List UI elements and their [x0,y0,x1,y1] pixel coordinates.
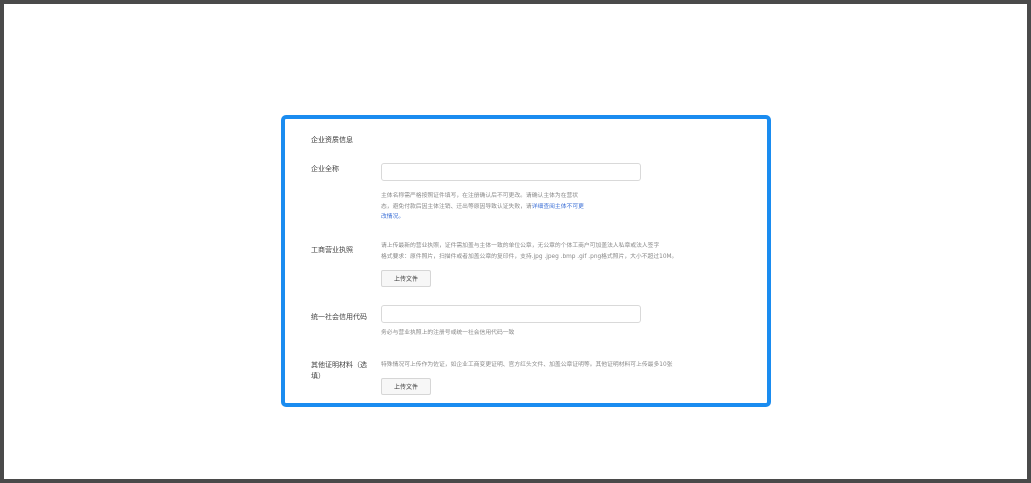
business-license-label: 工商营业执照 [311,246,353,254]
company-name-policy-link-end[interactable]: 改情况。 [381,212,584,223]
company-name-hint-line2: 态，避免付款后因主体注销、迁出等原因导致认证失败，请 [381,203,532,210]
company-name-hint: 主体名称需严格按照证件填写，在注册确认后不可更改。请确认主体为在营状 态，避免付… [381,191,584,223]
section-title: 企业资质信息 [311,136,353,144]
credit-code-label: 统一社会信用代码 [311,313,367,321]
company-name-policy-link[interactable]: 详细查阅主体不可更 [532,204,584,210]
window-frame: 企业资质信息 企业全称 主体名称需严格按照证件填写，在注册确认后不可更改。请确认… [0,0,1031,483]
company-name-hint-line1: 主体名称需严格按照证件填写，在注册确认后不可更改。请确认主体为在营状 [381,193,579,199]
business-license-hint-line2: 格式要求：原件照片，扫描件或者加盖公章的复印件，支持.jpg .jpeg .bm… [381,253,678,260]
other-materials-upload-button[interactable]: 上传文件 [381,378,431,395]
company-name-label: 企业全称 [311,165,339,173]
credit-code-hint: 务必与营业执照上的注册号或统一社会信用代码一致 [381,330,515,336]
other-materials-label-line1: 其他证明材料（选 [311,361,367,369]
business-license-hint: 请上传最新的营业执照，证件需加盖与主体一致的单位公章，无公章的个体工商户可加盖法… [381,241,677,262]
other-materials-hint: 特殊情况可上传作为佐证，如企业工商变更证明、官方红头文件、加盖公章证明等。其他证… [381,362,673,368]
other-materials-label: 其他证明材料（选 填） [311,360,367,382]
company-qualification-form: 企业资质信息 企业全称 主体名称需严格按照证件填写，在注册确认后不可更改。请确认… [281,115,771,407]
credit-code-input[interactable] [381,305,641,323]
business-license-hint-line1: 请上传最新的营业执照，证件需加盖与主体一致的单位公章，无公章的个体工商户可加盖法… [381,243,660,249]
other-materials-label-line2: 填） [311,372,325,380]
company-name-input[interactable] [381,163,641,181]
business-license-upload-button[interactable]: 上传文件 [381,270,431,287]
